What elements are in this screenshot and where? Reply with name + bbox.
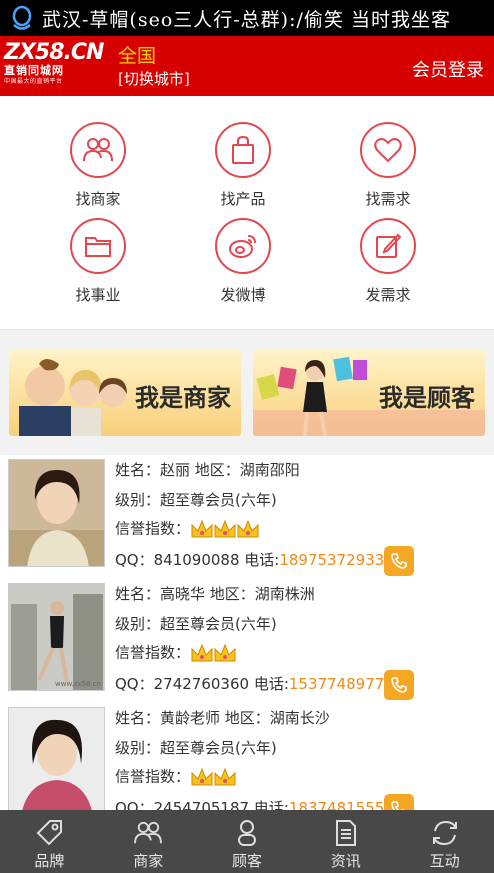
nav-item-merchant[interactable]: 商家 xyxy=(99,810,198,873)
nav-item-brand[interactable]: 品牌 xyxy=(0,810,99,873)
nav-item-interact[interactable]: 互动 xyxy=(395,810,494,873)
grid-item-find-business[interactable]: 找事业 xyxy=(43,218,153,305)
qq-label: QQ：2454705187 电话: xyxy=(115,799,289,810)
heart-icon xyxy=(360,122,416,178)
edit-icon xyxy=(360,218,416,274)
member-photo xyxy=(8,459,105,567)
banner-section: 我是商家 我是顾客 xyxy=(0,329,494,455)
current-city: 全国 xyxy=(118,45,157,67)
call-button[interactable] xyxy=(384,794,414,810)
feature-grid: 找商家 找产品 找需求 找事业 发微博 发需求 xyxy=(0,96,494,329)
member-level: 级别：超至尊会员(六年) xyxy=(115,615,277,633)
grid-item-label: 发需求 xyxy=(365,286,411,304)
users-icon xyxy=(70,122,126,178)
qq-label: QQ：841090088 电话: xyxy=(115,551,280,569)
member-credit: 信誉指数： xyxy=(115,765,240,789)
member-name-region: 姓名：高晓华 地区：湖南株洲 xyxy=(115,585,315,603)
qq-icon xyxy=(12,5,32,30)
grid-item-label: 发微博 xyxy=(220,286,266,304)
crown-rating-icon xyxy=(191,643,236,662)
switch-city-link[interactable]: [切换城市] xyxy=(118,68,190,89)
member-contact: QQ：2454705187 电话:18374815557 xyxy=(115,797,394,810)
grid-item-label: 找需求 xyxy=(365,190,411,208)
member-name-region: 姓名：黄龄老师 地区：湖南长沙 xyxy=(115,709,330,727)
grid-item-find-demand[interactable]: 找需求 xyxy=(333,122,443,209)
phone-number[interactable]: 18374815557 xyxy=(289,799,394,810)
member-contact: QQ：2742760360 电话:15377489771 xyxy=(115,673,394,694)
member-login-button[interactable]: 会员登录 xyxy=(412,56,484,82)
status-bar: 武汉-草帽(seo三人行-总群):/偷笑 当时我坐客 xyxy=(0,0,494,36)
logo-sub-text: 中国最大的直销平台 xyxy=(4,78,63,85)
member-credit: 信誉指数： xyxy=(115,517,262,541)
phone-number[interactable]: 18975372933 xyxy=(279,551,384,569)
member-list: 姓名：赵丽 地区：湖南邵阳 级别：超至尊会员(六年) 信誉指数： QQ：8410… xyxy=(0,455,494,810)
customer-banner[interactable]: 我是顾客 xyxy=(253,350,485,436)
logo-cn-text: 直销同城网 xyxy=(4,64,64,77)
credit-label: 信誉指数： xyxy=(115,519,191,538)
merchant-banner[interactable]: 我是商家 xyxy=(9,350,241,436)
document-icon xyxy=(296,818,395,848)
member-photo xyxy=(8,707,105,810)
list-item[interactable]: 姓名：赵丽 地区：湖南邵阳 级别：超至尊会员(六年) 信誉指数： QQ：8410… xyxy=(0,455,494,579)
member-contact: QQ：841090088 电话:18975372933 xyxy=(115,549,384,570)
grid-item-find-merchant[interactable]: 找商家 xyxy=(43,122,153,209)
nav-item-news[interactable]: 资讯 xyxy=(296,810,395,873)
merchant-banner-text: 我是商家 xyxy=(135,384,231,412)
bottom-nav: 品牌 商家 顾客 资讯 互动 xyxy=(0,810,494,873)
grid-item-label: 找产品 xyxy=(220,190,266,208)
person-icon xyxy=(198,818,297,848)
site-logo[interactable]: ZX58.CN 直销同城网 中国最大的直销平台 xyxy=(4,42,112,90)
grid-item-post-demand[interactable]: 发需求 xyxy=(333,218,443,305)
member-name-region: 姓名：赵丽 地区：湖南邵阳 xyxy=(115,461,300,479)
phone-number[interactable]: 15377489771 xyxy=(289,675,394,693)
member-level: 级别：超至尊会员(六年) xyxy=(115,491,277,509)
nav-label: 商家 xyxy=(133,852,164,870)
customer-banner-text: 我是顾客 xyxy=(379,384,475,412)
folder-icon xyxy=(70,218,126,274)
notification-marquee: 武汉-草帽(seo三人行-总群):/偷笑 当时我坐客 xyxy=(42,8,451,31)
grid-item-label: 找商家 xyxy=(75,190,121,208)
credit-label: 信誉指数： xyxy=(115,767,191,786)
list-item[interactable]: 姓名：黄龄老师 地区：湖南长沙 级别：超至尊会员(六年) 信誉指数： QQ：24… xyxy=(0,703,494,810)
phone-icon xyxy=(391,553,407,569)
photo-watermark: www.zx58.cn xyxy=(55,680,101,688)
nav-item-customer[interactable]: 顾客 xyxy=(198,810,297,873)
list-item[interactable]: www.zx58.cn 姓名：高晓华 地区：湖南株洲 级别：超至尊会员(六年) … xyxy=(0,579,494,703)
weibo-icon xyxy=(215,218,271,274)
app-header: ZX58.CN 直销同城网 中国最大的直销平台 全国 [切换城市] 会员登录 xyxy=(0,36,494,96)
grid-item-post-weibo[interactable]: 发微博 xyxy=(188,218,298,305)
grid-item-find-product[interactable]: 找产品 xyxy=(188,122,298,209)
logo-main-text: ZX58.CN xyxy=(4,40,104,65)
refresh-icon xyxy=(395,818,494,848)
tag-icon xyxy=(0,818,99,848)
grid-item-label: 找事业 xyxy=(75,286,121,304)
nav-label: 顾客 xyxy=(231,852,262,870)
nav-label: 互动 xyxy=(429,852,460,870)
shopping-bag-icon xyxy=(215,122,271,178)
qq-label: QQ：2742760360 电话: xyxy=(115,675,289,693)
call-button[interactable] xyxy=(384,670,414,700)
credit-label: 信誉指数： xyxy=(115,643,191,662)
member-credit: 信誉指数： xyxy=(115,641,240,665)
nav-label: 品牌 xyxy=(34,852,65,870)
member-photo: www.zx58.cn xyxy=(8,583,105,691)
phone-icon xyxy=(391,677,407,693)
nav-label: 资讯 xyxy=(330,852,361,870)
call-button[interactable] xyxy=(384,546,414,576)
member-level: 级别：超至尊会员(六年) xyxy=(115,739,277,757)
crown-rating-icon xyxy=(191,519,259,538)
users-icon xyxy=(99,818,198,848)
phone-icon xyxy=(391,801,406,810)
crown-rating-icon xyxy=(191,767,236,786)
